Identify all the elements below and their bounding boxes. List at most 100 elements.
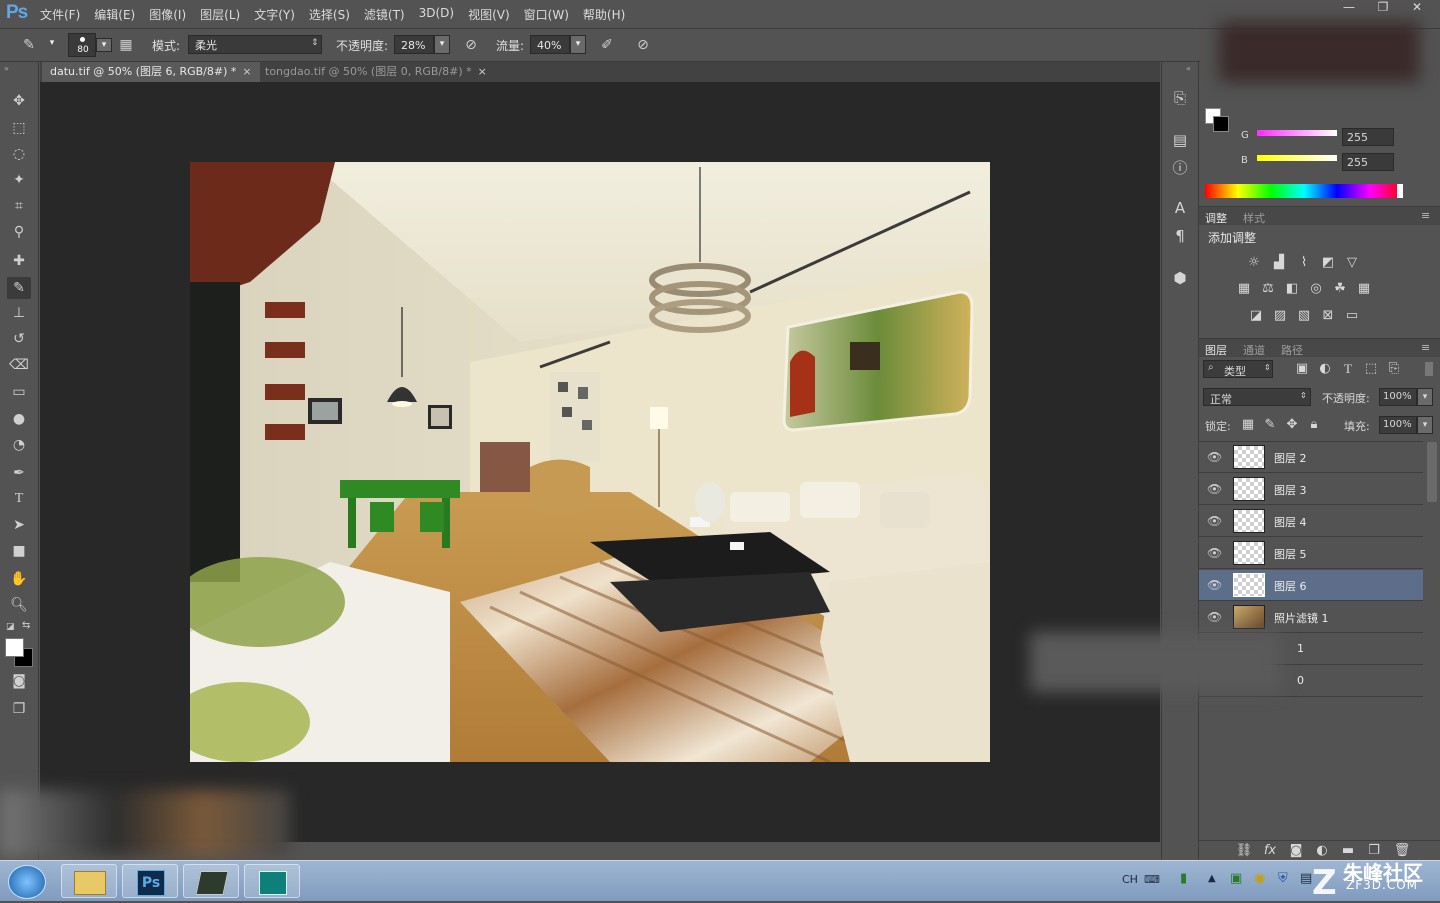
blend-mode-select[interactable]: 正常 ⇕ [1203, 388, 1311, 406]
visibility-eye-icon[interactable]: 👁︎ [1207, 514, 1222, 528]
start-button[interactable] [8, 865, 46, 899]
menu-edit[interactable]: 编辑(E) [94, 6, 135, 23]
close-tab-icon[interactable]: × [242, 65, 251, 78]
layer-row[interactable]: 👁︎ 图层 5 [1199, 538, 1423, 569]
network-icon[interactable]: ▤ [1300, 871, 1312, 886]
hue-saturation-icon[interactable]: ▦ [1235, 281, 1253, 297]
layer-row[interactable]: 👁︎ 图层 4 [1199, 506, 1423, 537]
black-white-icon[interactable]: ◧ [1283, 281, 1301, 297]
brush-panel-toggle-icon[interactable]: ▦ [117, 36, 135, 54]
pressure-size-icon[interactable]: ⊘ [634, 36, 652, 54]
tab-paths[interactable]: 路径 [1281, 342, 1303, 358]
threshold-icon[interactable]: ▧ [1295, 308, 1313, 324]
brush-size-picker[interactable]: 80 [68, 33, 96, 57]
blue-slider[interactable] [1257, 155, 1337, 161]
document-tab-tongdao[interactable]: tongdao.tif @ 50% (图层 0, RGB/8#) * × [257, 62, 495, 82]
layer-row[interactable]: 👁︎ 图层 3 [1199, 474, 1423, 505]
path-selection-tool-icon[interactable]: ➤ [7, 514, 31, 536]
quick-mask-icon[interactable]: ◙ [7, 670, 31, 692]
close-tab-icon[interactable]: × [478, 65, 487, 78]
show-hidden-icons-icon[interactable]: ▲ [1208, 873, 1216, 884]
layers-scrollbar[interactable] [1427, 442, 1437, 502]
filter-type-icon[interactable]: T [1339, 361, 1357, 377]
new-adjustment-icon[interactable]: ◐ [1313, 843, 1331, 859]
brush-preset-icon[interactable]: ✎ [20, 36, 38, 54]
flow-dropdown-icon[interactable]: ▾ [570, 35, 586, 54]
airbrush-icon[interactable]: ✐ [598, 36, 616, 54]
menu-filter[interactable]: 滤镜(T) [364, 6, 405, 23]
green-value-input[interactable]: 255 [1342, 128, 1394, 146]
lock-all-icon[interactable]: 🔒︎ [1305, 417, 1323, 433]
dock-expand-icon[interactable]: « [1186, 64, 1191, 73]
tray-app-icon[interactable]: ▣ [1230, 871, 1242, 886]
close-button[interactable]: ✕ [1400, 0, 1434, 16]
tab-layers[interactable]: 图层 [1205, 342, 1227, 358]
rectangle-tool-icon[interactable]: ■ [7, 540, 31, 562]
character-panel-icon[interactable]: A [1170, 198, 1190, 218]
invert-icon[interactable]: ◪ [1247, 308, 1265, 324]
gradient-tool-icon[interactable]: ▭ [7, 381, 31, 403]
tray-app-icon-2[interactable]: ◉ [1254, 871, 1265, 886]
add-mask-icon[interactable]: ◙ [1287, 843, 1305, 859]
menu-3d[interactable]: 3D(D) [419, 6, 454, 23]
crop-tool-icon[interactable]: ⌗ [7, 195, 31, 217]
lasso-tool-icon[interactable]: ◌ [7, 143, 31, 165]
type-tool-icon[interactable]: T [7, 488, 31, 510]
spectrum-white-swatch[interactable] [1397, 184, 1403, 198]
taskbar-explorer[interactable] [61, 864, 117, 898]
battery-icon[interactable]: ▮ [1180, 871, 1187, 886]
taskbar-app3[interactable] [183, 864, 239, 898]
layer-filter-kind-select[interactable]: ⌕ 类型 ⇕ [1203, 360, 1273, 378]
visibility-eye-icon[interactable]: 👁︎ [1207, 482, 1222, 496]
link-layers-icon[interactable]: ⛓ [1235, 843, 1253, 859]
keyboard-icon[interactable]: ⌨ [1144, 873, 1160, 886]
visibility-eye-icon[interactable]: 👁︎ [1207, 610, 1222, 624]
fill-input[interactable]: 100% [1379, 416, 1417, 434]
paragraph-panel-icon[interactable]: ¶ [1170, 226, 1190, 246]
3d-panel-icon[interactable]: ⬢ [1170, 268, 1190, 288]
menu-view[interactable]: 视图(V) [468, 6, 510, 23]
menu-help[interactable]: 帮助(H) [583, 6, 625, 23]
foreground-color-swatch[interactable] [5, 638, 24, 657]
menu-window[interactable]: 窗口(W) [524, 6, 569, 23]
zoom-tool-icon[interactable]: 🔍︎ [7, 594, 31, 616]
pen-tool-icon[interactable]: ✒ [7, 462, 31, 484]
shield-icon[interactable]: ⛨ [1278, 871, 1288, 886]
background-swatch[interactable] [1213, 116, 1229, 132]
brightness-icon[interactable]: ☼ [1245, 255, 1263, 271]
layer-opacity-dropdown-icon[interactable]: ▾ [1417, 388, 1433, 406]
lock-position-icon[interactable]: ✥ [1283, 417, 1301, 433]
visibility-eye-icon[interactable]: 👁︎ [1207, 578, 1222, 592]
move-tool-icon[interactable]: ✥ [7, 90, 31, 112]
toolbox-collapse-icon[interactable]: » [4, 64, 9, 73]
vibrance-icon[interactable]: ▽ [1343, 255, 1361, 271]
input-language-indicator[interactable]: CH [1122, 873, 1138, 886]
eraser-tool-icon[interactable]: ⌫ [7, 354, 31, 376]
history-panel-icon[interactable]: ⎘ [1170, 88, 1190, 108]
posterize-icon[interactable]: ▨ [1271, 308, 1289, 324]
document-canvas-image[interactable] [190, 162, 990, 762]
menu-image[interactable]: 图像(I) [149, 6, 186, 23]
default-colors-icon[interactable]: ◪ [6, 622, 15, 632]
layer-row[interactable]: 👁︎ 照片滤镜 1 [1199, 602, 1423, 633]
green-slider[interactable] [1257, 130, 1337, 136]
dodge-tool-icon[interactable]: ◔ [7, 434, 31, 456]
mode-select[interactable]: 柔光 [188, 35, 322, 54]
filter-shape-icon[interactable]: ⬚ [1362, 361, 1380, 377]
color-balance-icon[interactable]: ⚖ [1259, 281, 1277, 297]
lock-image-icon[interactable]: ✎ [1261, 417, 1279, 433]
exposure-icon[interactable]: ◩ [1319, 255, 1337, 271]
menu-layer[interactable]: 图层(L) [200, 6, 240, 23]
selective-color-icon[interactable]: ⊠ [1319, 308, 1337, 324]
healing-brush-tool-icon[interactable]: ✚ [7, 250, 31, 272]
photo-filter-icon[interactable]: ◎ [1307, 281, 1325, 297]
visibility-eye-icon[interactable]: 👁︎ [1207, 546, 1222, 560]
curves-icon[interactable]: ⌇ [1295, 255, 1313, 271]
menu-type[interactable]: 文字(Y) [254, 6, 295, 23]
gradient-map-icon[interactable]: ▭ [1343, 308, 1361, 324]
tab-channels[interactable]: 通道 [1243, 342, 1265, 358]
layer-row[interactable]: 👁︎ 图层 2 [1199, 442, 1423, 473]
flow-input[interactable]: 40% [530, 35, 570, 54]
levels-icon[interactable]: ▟ [1270, 255, 1288, 271]
fill-dropdown-icon[interactable]: ▾ [1417, 416, 1433, 434]
